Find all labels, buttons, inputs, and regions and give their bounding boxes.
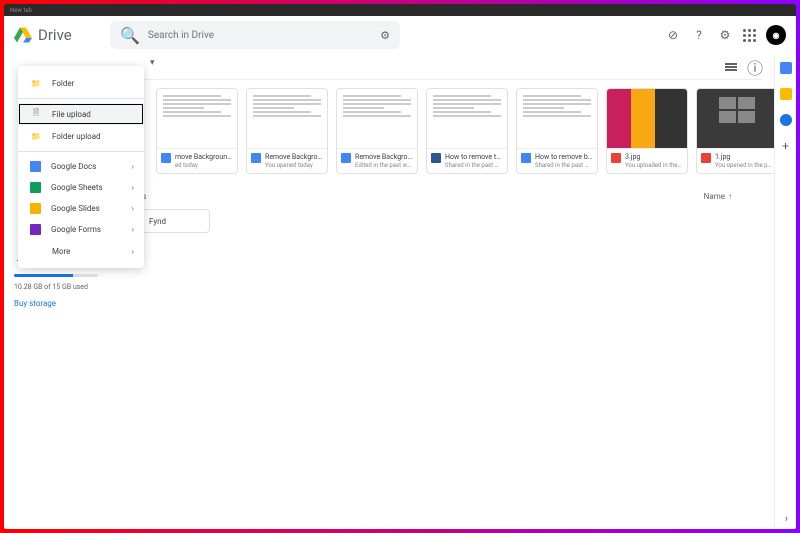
file-card[interactable]: 1.jpgYou opened in the past week xyxy=(696,88,774,174)
forms-icon xyxy=(30,224,41,235)
file-thumbnail xyxy=(607,89,687,149)
word-icon xyxy=(431,153,441,163)
file-card[interactable]: How to remove the back...Shared in the p… xyxy=(426,88,508,174)
menu-google-docs[interactable]: Google Docs › xyxy=(18,156,144,177)
info-icon[interactable]: ⓘ xyxy=(748,60,762,74)
file-subtitle: You uploaded in the past week xyxy=(625,162,683,169)
menu-label: Folder xyxy=(52,79,74,88)
file-thumbnail xyxy=(247,89,327,149)
file-thumbnail xyxy=(697,89,774,149)
doc-icon xyxy=(521,153,531,163)
pdf-icon xyxy=(701,153,711,163)
doc-icon xyxy=(341,153,351,163)
add-addon-icon[interactable]: + xyxy=(780,140,792,152)
docs-icon xyxy=(30,161,41,172)
chevron-right-icon: › xyxy=(132,247,134,256)
arrow-up-icon: ↑ xyxy=(728,192,732,201)
menu-label: Google Sheets xyxy=(51,183,103,192)
file-subtitle: You opened today xyxy=(265,162,323,169)
file-subtitle: ed today xyxy=(175,162,233,169)
browser-tabbar: New tab xyxy=(4,4,796,16)
doc-icon xyxy=(251,153,261,163)
menu-label: File upload xyxy=(52,110,91,119)
file-name: Remove Background stil... xyxy=(355,153,413,161)
hide-sidepanel-icon[interactable]: › xyxy=(785,512,788,525)
pdf-icon xyxy=(611,153,621,163)
menu-label: Google Docs xyxy=(51,162,96,171)
folder-upload-icon: 📁 xyxy=(30,130,42,142)
folder-plus-icon: 📁 xyxy=(30,77,42,89)
google-apps-icon[interactable] xyxy=(743,29,756,42)
file-name: How to remove backgro... xyxy=(535,153,593,161)
new-context-menu: 📁 Folder 🗎 File upload 📁 Folder upload G… xyxy=(18,66,144,268)
menu-file-upload[interactable]: 🗎 File upload xyxy=(18,103,144,125)
menu-google-slides[interactable]: Google Slides › xyxy=(18,198,144,219)
support-icon[interactable]: ? xyxy=(691,27,707,43)
tasks-icon[interactable] xyxy=(780,114,792,126)
file-thumbnail xyxy=(517,89,597,149)
sheets-icon xyxy=(30,182,41,193)
file-subtitle: Shared in the past week by San... xyxy=(445,162,503,169)
search-bar[interactable]: 🔍 ⚙ xyxy=(110,21,400,49)
app-name: Drive xyxy=(38,26,72,44)
menu-label: Google Forms xyxy=(51,225,101,234)
file-card[interactable]: move Background fro...ed today xyxy=(156,88,238,174)
chevron-right-icon: › xyxy=(132,183,134,192)
settings-icon[interactable]: ⚙ xyxy=(717,27,733,43)
breadcrumb-chevron-icon[interactable]: ▾ xyxy=(150,58,155,68)
file-upload-icon: 🗎 xyxy=(30,108,42,120)
file-thumbnail xyxy=(427,89,507,149)
list-view-icon[interactable] xyxy=(724,60,738,74)
account-avatar[interactable]: ◉ xyxy=(766,25,786,45)
file-name: 1.jpg xyxy=(715,153,773,161)
buy-storage-link[interactable]: Buy storage xyxy=(14,291,56,316)
folder-name: Fynd xyxy=(149,217,166,226)
menu-new-folder[interactable]: 📁 Folder xyxy=(18,72,144,94)
search-input[interactable] xyxy=(148,30,372,41)
drive-logo-icon xyxy=(14,26,32,44)
storage-text: 10.28 GB of 15 GB used xyxy=(14,283,98,291)
chevron-right-icon: › xyxy=(132,225,134,234)
app-header: Drive 🔍 ⚙ ⊘ ? ⚙ ◉ xyxy=(4,16,796,54)
search-icon: 🔍 xyxy=(120,26,140,45)
file-name: 3.jpg xyxy=(625,153,683,161)
menu-google-sheets[interactable]: Google Sheets › xyxy=(18,177,144,198)
tab-title: New tab xyxy=(10,7,32,14)
menu-google-forms[interactable]: Google Forms › xyxy=(18,219,144,240)
file-name: Remove Background in ... xyxy=(265,153,323,161)
file-name: How to remove the back... xyxy=(445,153,503,161)
storage-bar xyxy=(14,274,98,277)
file-thumbnail xyxy=(157,89,237,149)
menu-label: Google Slides xyxy=(51,204,100,213)
menu-folder-upload[interactable]: 📁 Folder upload xyxy=(18,125,144,147)
menu-more[interactable]: More › xyxy=(18,240,144,262)
file-card[interactable]: 3.jpgYou uploaded in the past week xyxy=(606,88,688,174)
sort-label: Name xyxy=(704,192,725,201)
menu-label: Folder upload xyxy=(52,132,101,141)
ready-icon[interactable]: ⊘ xyxy=(665,27,681,43)
calendar-icon[interactable] xyxy=(780,62,792,74)
main-content: ⓘ move Background fro...ed todayRemove B… xyxy=(108,54,774,529)
search-options-icon[interactable]: ⚙ xyxy=(380,29,390,42)
file-card[interactable]: How to remove backgro...Shared in the pa… xyxy=(516,88,598,174)
file-card[interactable]: Remove Background stil...Edited in the p… xyxy=(336,88,418,174)
sort-button[interactable]: Name ↑ xyxy=(704,192,732,201)
menu-label: More xyxy=(52,247,70,256)
chevron-right-icon: › xyxy=(132,204,134,213)
doc-icon xyxy=(161,153,171,163)
file-subtitle: Edited in the past week by Sand... xyxy=(355,162,413,169)
file-card[interactable]: Remove Background in ...You opened today xyxy=(246,88,328,174)
keep-icon[interactable] xyxy=(780,88,792,100)
chevron-right-icon: › xyxy=(132,162,134,171)
file-subtitle: Shared in the past week by San... xyxy=(535,162,593,169)
drive-logo[interactable]: Drive xyxy=(14,26,106,44)
file-thumbnail xyxy=(337,89,417,149)
file-name: move Background fro... xyxy=(175,153,233,161)
slides-icon xyxy=(30,203,41,214)
file-subtitle: You opened in the past week xyxy=(715,162,773,169)
side-panel: + xyxy=(774,54,796,529)
